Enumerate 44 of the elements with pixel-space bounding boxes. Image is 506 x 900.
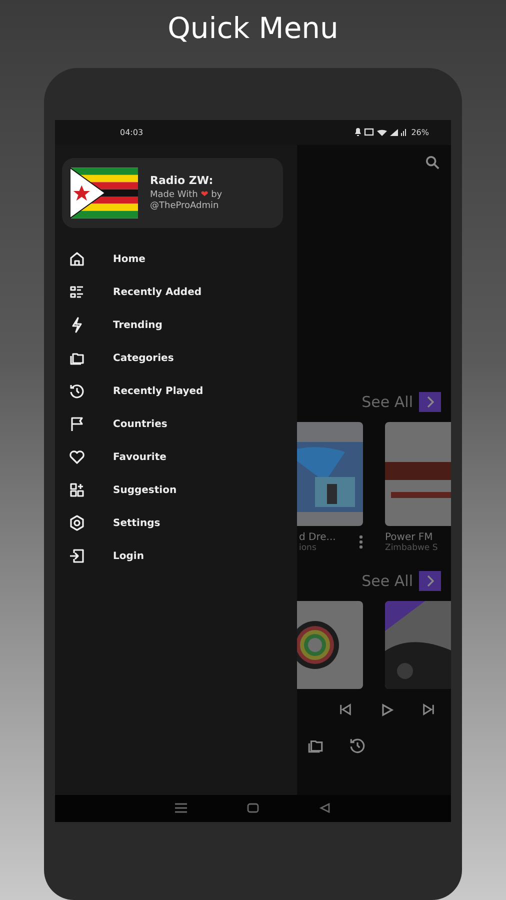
page-title: Quick Menu [168, 10, 338, 47]
station-subtitle: ions [299, 542, 318, 553]
back-icon[interactable] [319, 803, 331, 814]
station-title: d Dre... [299, 532, 336, 543]
author-handle: @TheProAdmin [150, 200, 220, 212]
previous-icon[interactable] [339, 702, 352, 716]
app-name: Radio ZW: [150, 174, 214, 187]
menu-icon[interactable] [175, 803, 187, 814]
folder-icon [69, 350, 85, 366]
more-icon[interactable] [359, 535, 363, 550]
bolt-icon [69, 317, 85, 334]
menu-item[interactable]: Suggestion [55, 474, 297, 507]
chevron-button[interactable] [419, 392, 441, 412]
menu-item[interactable]: Login [55, 540, 297, 573]
login-icon [69, 548, 85, 564]
search-icon[interactable] [425, 154, 440, 170]
see-all-link[interactable]: See All [362, 392, 413, 411]
next-icon[interactable] [422, 702, 435, 716]
menu-item[interactable]: Categories [55, 342, 297, 375]
menu-item[interactable]: Recently Played [55, 374, 297, 408]
grid-icon [69, 482, 85, 498]
see-all-link[interactable]: See All [362, 572, 413, 590]
list-icon [69, 284, 85, 300]
status-time: 04:03 [120, 128, 144, 137]
play-icon[interactable] [380, 702, 394, 717]
menu-item[interactable]: Recently Added [55, 276, 297, 309]
history-icon [69, 383, 85, 400]
menu-item[interactable]: Settings [55, 506, 297, 540]
battery-level: 26% [411, 128, 429, 137]
chevron-button[interactable] [419, 570, 441, 591]
gear-icon [69, 515, 85, 532]
heart-icon [69, 449, 85, 466]
flag-icon [69, 416, 85, 432]
home-button-icon[interactable] [247, 803, 259, 814]
home-icon [69, 251, 85, 268]
menu-item[interactable]: Favourite [55, 440, 297, 474]
flag-logo [70, 166, 138, 219]
menu-item[interactable]: Trending [55, 308, 297, 342]
menu-item[interactable]: Countries [55, 408, 297, 441]
history-icon[interactable] [349, 736, 366, 754]
app-tagline: Made With ❤ by [150, 190, 222, 201]
menu-item[interactable]: Home [55, 242, 297, 276]
station-subtitle: Zimbabwe S [385, 542, 438, 553]
station-title: Power FM [385, 532, 434, 543]
